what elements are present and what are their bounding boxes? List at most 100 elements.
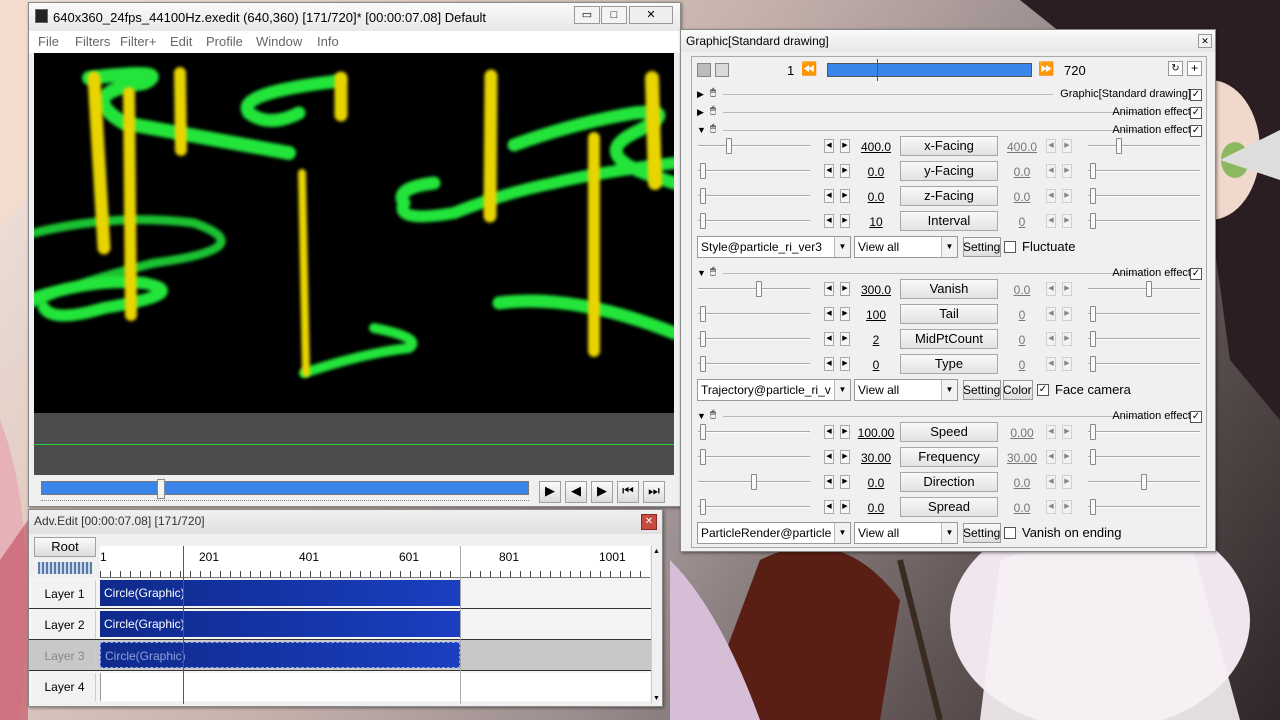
param-name-button[interactable]: y-Facing bbox=[900, 161, 998, 181]
effect-enable-checkbox[interactable]: ✓ bbox=[1190, 89, 1202, 101]
param-name-button[interactable]: MidPtCount bbox=[900, 329, 998, 349]
menu-edit[interactable]: Edit bbox=[170, 34, 192, 49]
increment-end-button[interactable]: ▶ bbox=[1062, 425, 1072, 439]
end-slider-thumb[interactable] bbox=[1090, 163, 1096, 179]
next-frame-button[interactable]: ▶ bbox=[591, 481, 613, 503]
decrement-end-button[interactable]: ◀ bbox=[1046, 307, 1056, 321]
increment-button[interactable]: ▶ bbox=[840, 139, 850, 153]
increment-button[interactable]: ▶ bbox=[840, 450, 850, 464]
param-end-value[interactable]: 0.00 bbox=[1003, 426, 1041, 440]
slider-thumb[interactable] bbox=[700, 331, 706, 347]
param-name-button[interactable]: Spread bbox=[900, 497, 998, 517]
increment-end-button[interactable]: ▶ bbox=[1062, 307, 1072, 321]
increment-button[interactable]: ▶ bbox=[840, 164, 850, 178]
effect-type-combo[interactable]: Style@particle_ri_ver3 ▼ bbox=[697, 236, 851, 258]
decrement-end-button[interactable]: ◀ bbox=[1046, 214, 1056, 228]
param-end-value[interactable]: 0 bbox=[1003, 215, 1041, 229]
decrement-end-button[interactable]: ◀ bbox=[1046, 450, 1056, 464]
timeline-clip[interactable]: Circle(Graphic) bbox=[100, 611, 460, 637]
slider-thumb[interactable] bbox=[756, 281, 762, 297]
decrement-button[interactable]: ◀ bbox=[824, 332, 834, 346]
maximize-button[interactable]: □ bbox=[601, 6, 627, 24]
menu-filters[interactable]: Filters bbox=[75, 34, 110, 49]
param-value[interactable]: 30.00 bbox=[857, 451, 895, 465]
option-checkbox[interactable]: ✓ bbox=[1037, 384, 1049, 396]
end-slider-thumb[interactable] bbox=[1090, 188, 1096, 204]
decrement-end-button[interactable]: ◀ bbox=[1046, 332, 1056, 346]
increment-button[interactable]: ▶ bbox=[840, 357, 850, 371]
param-name-button[interactable]: Speed bbox=[900, 422, 998, 442]
increment-button[interactable]: ▶ bbox=[840, 214, 850, 228]
effect-enable-checkbox[interactable]: ✓ bbox=[1190, 107, 1202, 119]
play-button[interactable]: ▶ bbox=[539, 481, 561, 503]
refresh-icon[interactable]: ↻ bbox=[1168, 61, 1183, 76]
param-value[interactable]: 0.0 bbox=[857, 501, 895, 515]
param-name-button[interactable]: Direction bbox=[900, 472, 998, 492]
decrement-button[interactable]: ◀ bbox=[824, 189, 834, 203]
prev-frame-button[interactable]: ◀ bbox=[565, 481, 587, 503]
increment-button[interactable]: ▶ bbox=[840, 189, 850, 203]
minimize-button[interactable]: ▭ bbox=[574, 6, 600, 24]
view-mode-combo[interactable]: View all ▼ bbox=[854, 379, 958, 401]
fast-forward-button[interactable]: ⏩ bbox=[1038, 61, 1054, 77]
chevron-down-icon[interactable]: ▼ bbox=[834, 380, 850, 400]
increment-end-button[interactable]: ▶ bbox=[1062, 475, 1072, 489]
increment-button[interactable]: ▶ bbox=[840, 500, 850, 514]
param-value[interactable]: 300.0 bbox=[857, 283, 895, 297]
param-name-button[interactable]: z-Facing bbox=[900, 186, 998, 206]
chevron-down-icon[interactable]: ▼ bbox=[834, 523, 850, 543]
param-value[interactable]: 0.0 bbox=[857, 476, 895, 490]
view-mode-combo[interactable]: View all ▼ bbox=[854, 236, 958, 258]
end-slider-thumb[interactable] bbox=[1090, 213, 1096, 229]
param-value[interactable]: 0 bbox=[857, 358, 895, 372]
frame-slider[interactable] bbox=[827, 59, 1032, 81]
increment-end-button[interactable]: ▶ bbox=[1062, 332, 1072, 346]
decrement-button[interactable]: ◀ bbox=[824, 139, 834, 153]
menu-file[interactable]: File bbox=[38, 34, 59, 49]
expand-triangle-icon[interactable]: ▼ bbox=[697, 411, 706, 421]
param-value[interactable]: 0.0 bbox=[857, 190, 895, 204]
increment-button[interactable]: ▶ bbox=[840, 475, 850, 489]
chevron-down-icon[interactable]: ▼ bbox=[834, 237, 850, 257]
param-name-button[interactable]: Tail bbox=[900, 304, 998, 324]
increment-button[interactable]: ▶ bbox=[840, 425, 850, 439]
scroll-down-icon[interactable]: ▼ bbox=[653, 695, 660, 702]
increment-end-button[interactable]: ▶ bbox=[1062, 450, 1072, 464]
slider-thumb[interactable] bbox=[700, 424, 706, 440]
playhead[interactable] bbox=[183, 546, 184, 704]
decrement-end-button[interactable]: ◀ bbox=[1046, 425, 1056, 439]
menu-window[interactable]: Window bbox=[256, 34, 302, 49]
decrement-end-button[interactable]: ◀ bbox=[1046, 164, 1056, 178]
expand-triangle-icon[interactable]: ▼ bbox=[697, 125, 706, 135]
param-value[interactable]: 100.00 bbox=[857, 426, 895, 440]
slider-thumb[interactable] bbox=[700, 499, 706, 515]
effect-enable-checkbox[interactable]: ✓ bbox=[1190, 125, 1202, 137]
slider-thumb[interactable] bbox=[751, 474, 757, 490]
layer-label[interactable]: Layer 2 bbox=[34, 611, 96, 639]
param-value[interactable]: 2 bbox=[857, 333, 895, 347]
seek-thumb[interactable] bbox=[157, 479, 165, 499]
param-end-value[interactable]: 0.0 bbox=[1003, 190, 1041, 204]
decrement-end-button[interactable]: ◀ bbox=[1046, 139, 1056, 153]
slider-thumb[interactable] bbox=[700, 449, 706, 465]
slider-thumb[interactable] bbox=[700, 163, 706, 179]
increment-end-button[interactable]: ▶ bbox=[1062, 164, 1072, 178]
expand-triangle-icon[interactable]: ▶ bbox=[697, 107, 704, 118]
decrement-button[interactable]: ◀ bbox=[824, 500, 834, 514]
param-end-value[interactable]: 0 bbox=[1003, 308, 1041, 322]
effect-enable-checkbox[interactable]: ✓ bbox=[1190, 268, 1202, 280]
color-button[interactable]: Color bbox=[1003, 380, 1033, 400]
go-start-button[interactable]: ⏮ bbox=[617, 481, 639, 503]
timeline-scrollbar[interactable]: ▲ ▼ bbox=[651, 546, 661, 704]
decrement-end-button[interactable]: ◀ bbox=[1046, 475, 1056, 489]
effect-type-combo[interactable]: Trajectory@particle_ri_v ▼ bbox=[697, 379, 851, 401]
decrement-button[interactable]: ◀ bbox=[824, 282, 834, 296]
setting-button[interactable]: Setting bbox=[963, 237, 1001, 257]
end-slider-thumb[interactable] bbox=[1090, 424, 1096, 440]
expand-triangle-icon[interactable]: ▶ bbox=[697, 89, 704, 100]
param-value[interactable]: 0.0 bbox=[857, 165, 895, 179]
view-mode-combo[interactable]: View all ▼ bbox=[854, 522, 958, 544]
menu-profile[interactable]: Profile bbox=[206, 34, 243, 49]
slider-thumb[interactable] bbox=[700, 188, 706, 204]
close-button[interactable]: ✕ bbox=[629, 6, 673, 24]
